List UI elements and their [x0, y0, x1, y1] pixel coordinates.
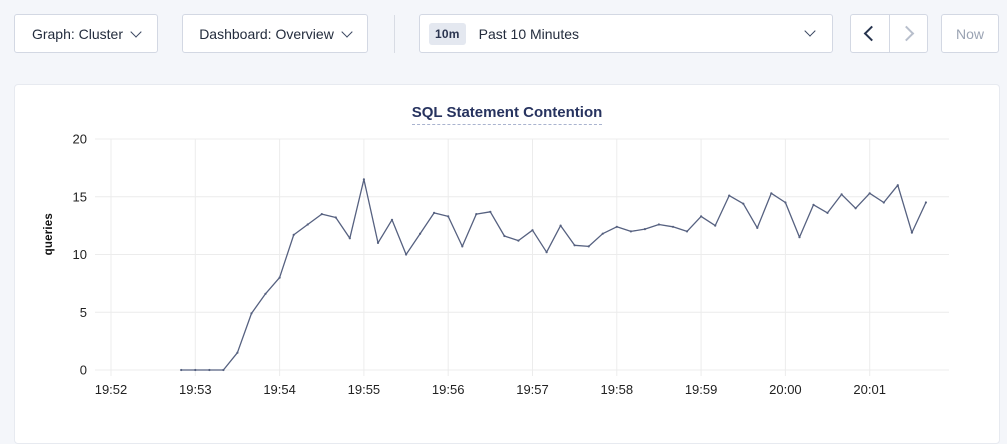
- data-point: [588, 245, 590, 247]
- x-tick-label: 20:01: [853, 382, 886, 397]
- x-tick-label: 19:57: [516, 382, 549, 397]
- data-point: [560, 225, 562, 227]
- data-point: [433, 212, 435, 214]
- data-point: [812, 204, 814, 206]
- data-point: [321, 213, 323, 215]
- data-point: [826, 212, 828, 214]
- data-point: [264, 293, 266, 295]
- data-point: [883, 201, 885, 203]
- data-point: [236, 352, 238, 354]
- x-tick-label: 20:00: [769, 382, 802, 397]
- data-point: [194, 369, 196, 371]
- time-range-badge: 10m: [429, 23, 466, 45]
- toolbar: Graph: Cluster Dashboard: Overview 10m P…: [0, 0, 1007, 74]
- time-range-label: Past 10 Minutes: [479, 26, 579, 42]
- y-tick-label: 20: [73, 132, 87, 147]
- data-point: [911, 232, 913, 234]
- data-point: [517, 240, 519, 242]
- x-tick-label: 19:55: [348, 382, 381, 397]
- data-point: [770, 192, 772, 194]
- data-point: [574, 244, 576, 246]
- data-point: [841, 193, 843, 195]
- chart-card: SQL Statement Contention queries 0510152…: [14, 84, 1000, 444]
- data-point: [756, 227, 758, 229]
- data-point: [250, 312, 252, 314]
- chevron-down-icon: [341, 26, 352, 37]
- data-point: [616, 226, 618, 228]
- data-point: [363, 178, 365, 180]
- x-tick-label: 19:56: [432, 382, 465, 397]
- data-point: [391, 219, 393, 221]
- x-tick-label: 19:54: [263, 382, 296, 397]
- y-tick-label: 10: [73, 247, 87, 262]
- graph-dropdown[interactable]: Graph: Cluster: [14, 14, 158, 53]
- next-time-button[interactable]: [890, 15, 928, 52]
- x-tick-label: 19:58: [601, 382, 634, 397]
- data-point: [279, 277, 281, 279]
- sql-contention-chart: 0 5 10 15 20 19:52 19:53 19:54 19:55 19:56 19:57 19…: [15, 125, 1001, 425]
- now-button[interactable]: Now: [941, 14, 999, 53]
- chevron-down-icon: [804, 25, 815, 36]
- data-point: [546, 251, 548, 253]
- data-point: [784, 201, 786, 203]
- chevron-down-icon: [130, 26, 141, 37]
- graph-dropdown-label: Graph: Cluster: [32, 26, 123, 42]
- data-point: [335, 216, 337, 218]
- data-point: [293, 234, 295, 236]
- data-point: [700, 215, 702, 217]
- data-point: [728, 195, 730, 197]
- data-point: [503, 235, 505, 237]
- data-point: [180, 369, 182, 371]
- data-point: [377, 242, 379, 244]
- data-point: [222, 369, 224, 371]
- data-point: [307, 223, 309, 225]
- toolbar-divider: [394, 15, 395, 53]
- dashboard-dropdown-label: Dashboard: Overview: [199, 26, 334, 42]
- data-point: [925, 201, 927, 203]
- data-point: [658, 223, 660, 225]
- x-tick-label: 19:59: [685, 382, 718, 397]
- chevron-left-icon: [864, 26, 880, 42]
- data-point: [644, 228, 646, 230]
- chevron-right-icon: [898, 26, 914, 42]
- data-point: [798, 236, 800, 238]
- data-point: [672, 226, 674, 228]
- data-point: [686, 230, 688, 232]
- previous-time-button[interactable]: [851, 15, 889, 52]
- data-point: [447, 215, 449, 217]
- now-button-label: Now: [956, 26, 984, 42]
- time-range-dropdown[interactable]: 10m Past 10 Minutes: [419, 14, 833, 53]
- data-point: [714, 225, 716, 227]
- data-point: [531, 229, 533, 231]
- x-tick-label: 19:53: [179, 382, 212, 397]
- data-point: [630, 230, 632, 232]
- series-line: [181, 179, 926, 370]
- dashboard-dropdown[interactable]: Dashboard: Overview: [182, 14, 368, 53]
- data-point: [405, 253, 407, 255]
- data-point: [602, 233, 604, 235]
- data-point: [489, 211, 491, 213]
- x-tick-label: 19:52: [95, 382, 128, 397]
- time-pager: [850, 14, 928, 53]
- y-tick-label: 5: [80, 305, 87, 320]
- data-point: [419, 233, 421, 235]
- chart-title-row: SQL Statement Contention: [15, 104, 999, 126]
- data-point: [855, 207, 857, 209]
- data-point: [208, 369, 210, 371]
- chart-title[interactable]: SQL Statement Contention: [412, 104, 603, 125]
- data-point: [869, 192, 871, 194]
- data-point: [475, 213, 477, 215]
- data-point: [349, 237, 351, 239]
- data-point: [897, 184, 899, 186]
- y-tick-label: 0: [80, 363, 87, 378]
- data-point: [461, 245, 463, 247]
- y-tick-label: 15: [73, 189, 87, 204]
- data-point: [742, 203, 744, 205]
